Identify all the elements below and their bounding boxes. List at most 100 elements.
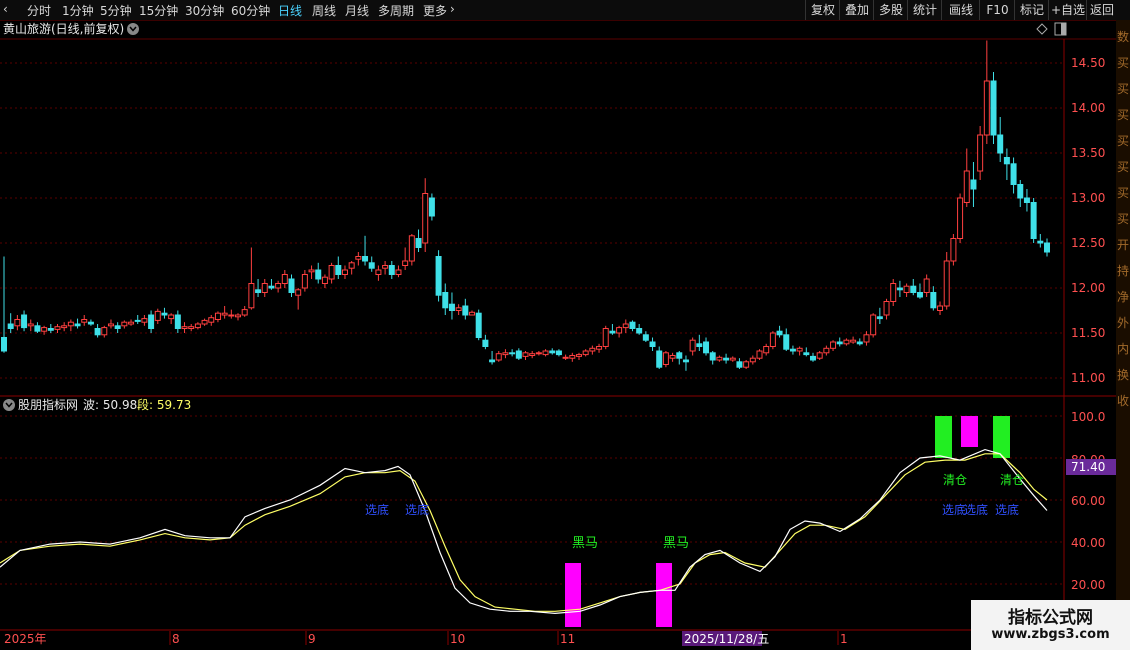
candle-up xyxy=(395,269,402,275)
statistics-button[interactable]: 统计 xyxy=(907,0,942,20)
period-tab-timeshare[interactable]: 分时 xyxy=(27,2,51,19)
indicator-tick: 40.00 xyxy=(1071,536,1105,550)
sidebar-char: 内 xyxy=(1117,342,1130,356)
candle-up xyxy=(469,311,476,316)
period-tab-1min[interactable]: 1分钟 xyxy=(62,2,94,19)
return-button[interactable]: 返回 xyxy=(1086,0,1117,20)
period-tab-monthly[interactable]: 月线 xyxy=(345,2,369,19)
candle-up xyxy=(883,301,890,316)
candle-up xyxy=(201,319,208,325)
price-grid xyxy=(0,62,1064,379)
candle-down xyxy=(255,289,262,293)
candle-down xyxy=(161,312,168,316)
signal-label-bottom: 选底 xyxy=(405,502,429,517)
candle-down xyxy=(642,334,649,341)
candle-up xyxy=(67,321,74,327)
candle-up xyxy=(850,339,857,343)
toolbar-back-icon[interactable]: ‹ xyxy=(3,2,8,16)
candle-up xyxy=(248,283,255,309)
price-tick: 14.00 xyxy=(1071,101,1105,115)
candle-down xyxy=(803,352,810,356)
candle-up xyxy=(107,323,114,327)
period-tab-multi[interactable]: 多周期 xyxy=(378,2,414,19)
candle-down xyxy=(475,312,482,339)
wave-line xyxy=(0,448,1048,615)
signal-label-bottom: 选底 xyxy=(995,502,1019,517)
signal-bar-magenta xyxy=(565,563,581,627)
candle-down xyxy=(649,341,656,347)
candle-down xyxy=(723,357,730,361)
chevron-right-icon[interactable]: › xyxy=(450,2,455,16)
candle-up xyxy=(168,314,175,320)
right-info-sidebar[interactable]: 数买买买买买买买开持净外内换收 xyxy=(1116,20,1130,650)
candle-up xyxy=(983,80,990,136)
sidebar-char: 数 xyxy=(1117,30,1130,44)
sidebar-char: 开 xyxy=(1117,238,1130,252)
candle-down xyxy=(555,350,562,356)
period-tab-60min[interactable]: 60分钟 xyxy=(231,2,270,19)
period-tab-weekly[interactable]: 周线 xyxy=(312,2,336,19)
candle-down xyxy=(482,339,489,348)
candle-up xyxy=(957,197,964,239)
segment-value: 段: 59.73 xyxy=(137,397,191,412)
candle-down xyxy=(315,269,322,280)
multi-stock-button[interactable]: 多股 xyxy=(873,0,908,20)
candle-up xyxy=(937,305,944,311)
add-watchlist-button[interactable]: +自选 xyxy=(1048,0,1087,20)
period-tab-30min[interactable]: 30分钟 xyxy=(185,2,224,19)
candle-down xyxy=(134,319,141,322)
f10-button[interactable]: F10 xyxy=(979,0,1015,20)
candle-up xyxy=(816,352,823,359)
candle-up xyxy=(221,312,228,316)
candle-up xyxy=(382,265,389,269)
candle-down xyxy=(462,305,469,316)
candle-up xyxy=(843,339,850,345)
candle-up xyxy=(622,323,629,329)
candle-up xyxy=(194,323,201,329)
candle-down xyxy=(856,341,863,345)
period-tab-15min[interactable]: 15分钟 xyxy=(139,2,178,19)
candle-down xyxy=(783,334,790,350)
diamond-icon[interactable] xyxy=(1036,23,1048,35)
candle-up xyxy=(208,317,215,323)
signal-label-darkhorse: 黑马 xyxy=(572,536,598,551)
candle-up xyxy=(796,347,803,352)
candle-down xyxy=(21,314,28,329)
candle-up xyxy=(529,353,536,357)
candle-up xyxy=(375,269,382,275)
candle-down xyxy=(288,278,295,293)
panel-toggle-icon[interactable] xyxy=(1054,22,1067,36)
candle-up xyxy=(154,310,161,321)
time-label: 1 xyxy=(840,632,848,646)
candle-up xyxy=(341,269,348,275)
restore-rights-button[interactable]: 复权 xyxy=(805,0,840,20)
mark-button[interactable]: 标记 xyxy=(1014,0,1049,20)
candle-down xyxy=(1003,157,1010,165)
candle-down xyxy=(609,330,616,334)
candle-down xyxy=(997,134,1004,154)
time-axis: 2025年 8 9 10 11 2025/11/28/五 1 xyxy=(4,631,848,646)
price-tick: 12.00 xyxy=(1071,281,1105,295)
chart-title: 黄山旅游(日线,前复权) xyxy=(3,21,124,36)
period-tab-more[interactable]: 更多 xyxy=(423,2,447,19)
time-label: 9 xyxy=(308,632,316,646)
candle-down xyxy=(910,285,917,294)
candle-up xyxy=(870,314,877,336)
candle-down xyxy=(94,328,101,336)
period-tab-5min[interactable]: 5分钟 xyxy=(100,2,132,19)
chart-options-icon[interactable] xyxy=(127,23,139,35)
candle-down xyxy=(368,262,375,269)
candle-up xyxy=(281,274,288,284)
candle-up xyxy=(241,309,248,316)
candle-up xyxy=(716,356,723,361)
overlay-button[interactable]: 叠加 xyxy=(839,0,874,20)
sidebar-char: 买 xyxy=(1117,160,1130,174)
candle-up xyxy=(743,361,750,368)
kline-chart[interactable]: 黄山旅游(日线,前复权) 14.50 14.00 13.50 13.00 12.… xyxy=(0,20,1116,650)
period-tab-daily[interactable]: 日线 xyxy=(278,2,302,19)
candle-up xyxy=(596,346,603,350)
candle-down xyxy=(776,330,783,336)
draw-line-button[interactable]: 画线 xyxy=(941,0,980,20)
indicator-options-icon[interactable] xyxy=(3,399,15,411)
candle-up xyxy=(903,285,910,294)
